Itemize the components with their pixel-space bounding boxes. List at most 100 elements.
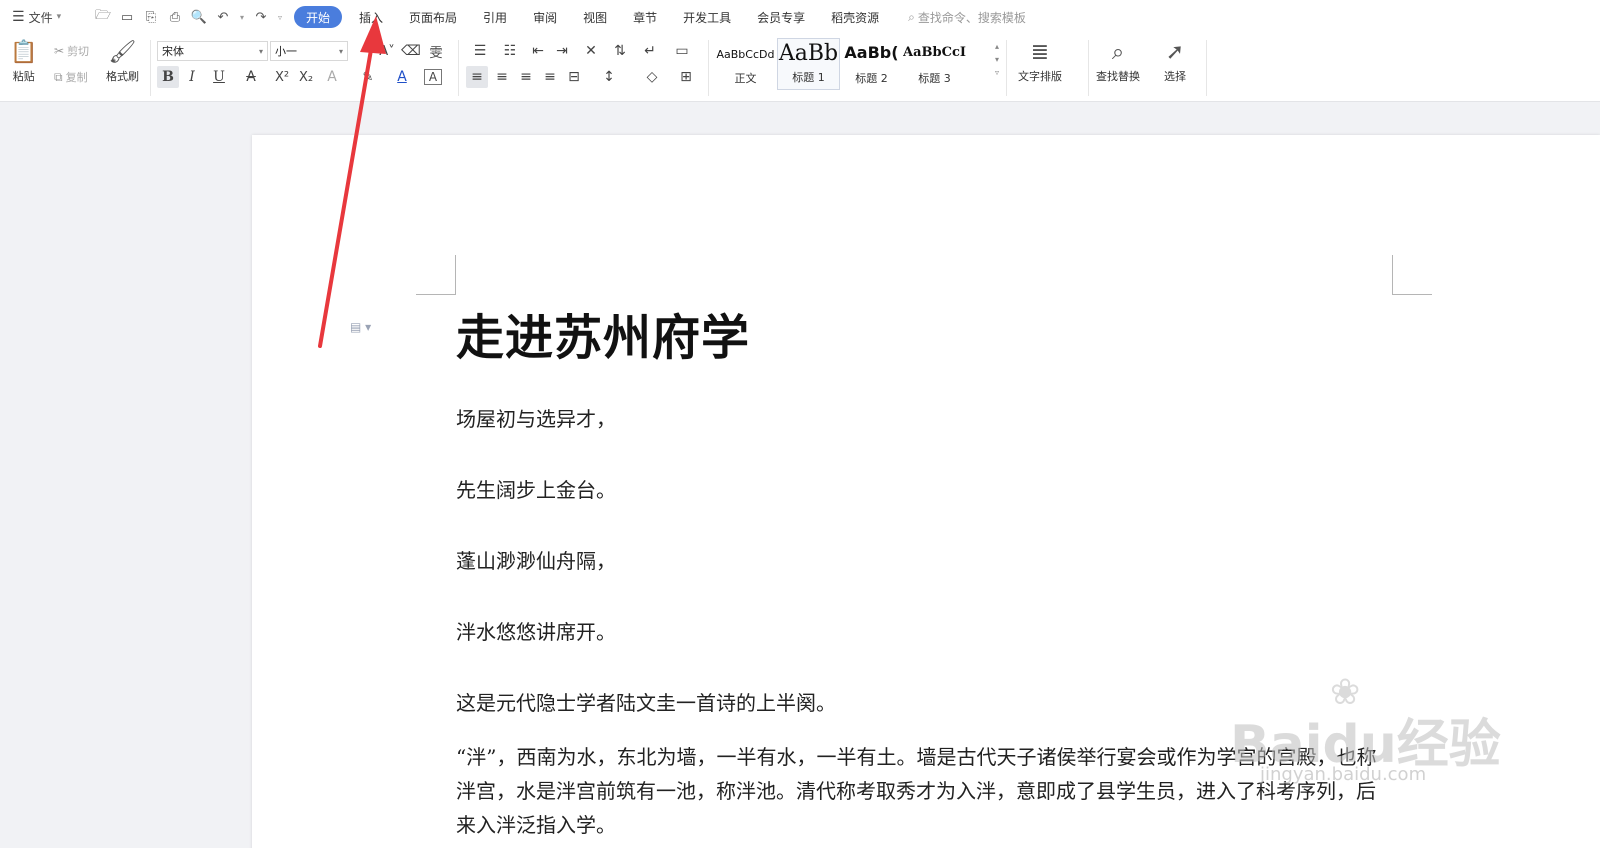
poem-line[interactable]: 泮水悠悠讲席开。 (456, 616, 616, 645)
command-search-placeholder: 查找命令、搜索模板 (917, 10, 1026, 25)
ribbon-divider (1206, 40, 1207, 96)
ruler-icon[interactable]: ▭ (670, 40, 694, 62)
tab-section[interactable]: 章节 (620, 6, 670, 28)
char-border-button[interactable]: A (424, 69, 442, 85)
wps-writer-window: ☰ 文件 ▾ 🗁 ▭ ⎘ ⎙ 🔍 ↶ ▾ ↷ ▿ 开始 插入 页面布局 引用 审… (0, 0, 1600, 848)
styles-scroll[interactable]: ▴ ▾ ▿ (992, 42, 1002, 77)
bold-button[interactable]: B (157, 66, 179, 88)
increase-indent-icon[interactable]: ⇥ (552, 40, 572, 62)
save-icon[interactable]: ▭ (118, 8, 136, 26)
body-line[interactable]: 这是元代隐士学者陆文圭一首诗的上半阕。 (456, 687, 836, 716)
command-search[interactable]: ⌕ 查找命令、搜索模板 (908, 9, 1026, 26)
decrease-indent-icon[interactable]: ⇤ (528, 40, 548, 62)
font-size-select[interactable]: 小一 ▾ (270, 41, 348, 61)
file-menu[interactable]: ☰ 文件 ▾ (0, 9, 86, 26)
align-center-button[interactable]: ≡ (492, 66, 512, 88)
underline-button[interactable]: U (206, 66, 232, 88)
paste-button[interactable]: 📋 粘贴 (10, 38, 37, 84)
find-replace-label: 查找替换 (1096, 70, 1140, 83)
subscript-button[interactable]: X₂ (296, 66, 316, 88)
print-icon[interactable]: ⎙ (166, 8, 184, 26)
format-painter-button[interactable]: 🖌 格式刷 (106, 38, 139, 84)
distributed-align-button[interactable]: ⊟ (564, 66, 584, 88)
search-icon: ⌕ (908, 9, 915, 24)
quick-access-toolbar: 🗁 ▭ ⎘ ⎙ 🔍 ↶ ▾ ↷ ▿ (94, 8, 284, 26)
show-marks-icon[interactable]: ↵ (636, 40, 664, 62)
text-layout-label: 文字排版 (1018, 70, 1062, 83)
print-preview-icon[interactable]: 🔍 (190, 8, 208, 26)
tab-references[interactable]: 引用 (470, 6, 520, 28)
document-heading[interactable]: 走进苏州府学 (456, 298, 750, 368)
copy-button[interactable]: ⧉ 复制 (54, 69, 88, 85)
shading-icon[interactable]: ◇ (638, 66, 666, 88)
align-left-button[interactable]: ≡ (466, 66, 488, 88)
chevron-down-icon: ▾ (338, 46, 343, 56)
poem-line[interactable]: 场屋初与选异才， (456, 403, 616, 432)
ribbon-tabs: 开始 插入 页面布局 引用 审阅 视图 章节 开发工具 会员专享 稻壳资源 (294, 6, 892, 28)
undo-icon[interactable]: ↶ (214, 8, 232, 26)
italic-button[interactable]: I (182, 66, 202, 88)
expand-styles-icon[interactable]: ▿ (995, 68, 999, 77)
undo-dropdown-icon[interactable]: ▾ (238, 8, 246, 26)
select-button[interactable]: ➚ 选择 (1164, 38, 1186, 84)
tab-developer[interactable]: 开发工具 (670, 6, 744, 28)
paragraph-handle-icon[interactable]: ▤ ▾ (350, 320, 371, 334)
margin-corner-mark (416, 255, 456, 295)
style-label: 标题 3 (918, 72, 951, 85)
style-label: 标题 2 (855, 72, 888, 85)
format-painter-label: 格式刷 (106, 70, 139, 83)
phonetic-guide-icon[interactable]: 雯 (424, 40, 448, 62)
ribbon-divider (458, 40, 459, 96)
tab-home[interactable]: 开始 (294, 6, 343, 28)
magnifier-icon: ⌕ (1111, 40, 1125, 65)
open-folder-icon[interactable]: 🗁 (94, 8, 112, 26)
style-preview: AaBbCcI (903, 45, 966, 60)
clipboard-icon: 📋 (10, 40, 38, 65)
export-pdf-icon[interactable]: ⎘ (142, 8, 160, 26)
scissors-icon: ✂ (54, 44, 65, 58)
sort-icon[interactable]: ⇅ (610, 40, 630, 62)
chevron-down-icon[interactable]: ▾ (995, 55, 999, 64)
tab-review[interactable]: 审阅 (520, 6, 570, 28)
cut-label: 剪切 (67, 45, 90, 58)
tab-view[interactable]: 视图 (570, 6, 620, 28)
chinese-layout-icon[interactable]: ✕ (578, 40, 604, 62)
find-replace-button[interactable]: ⌕ 查找替换 (1096, 38, 1140, 84)
align-right-button[interactable]: ≡ (516, 66, 536, 88)
superscript-button[interactable]: X² (272, 66, 292, 88)
justify-button[interactable]: ≡ (540, 66, 560, 88)
strikethrough-button[interactable]: A (238, 66, 264, 88)
shrink-font-icon[interactable]: A˅ (378, 40, 396, 62)
bullet-list-icon[interactable]: ☰ (468, 40, 492, 62)
font-size-value: 小一 (275, 45, 297, 58)
customize-toolbar-icon[interactable]: ▿ (276, 8, 284, 26)
text-effect-button[interactable]: A (320, 66, 344, 88)
style-heading-2[interactable]: AaBb( 标题 2 (840, 38, 903, 90)
font-name-value: 宋体 (162, 45, 184, 58)
font-color-button[interactable]: A (390, 66, 414, 88)
chevron-down-icon: ▾ (56, 12, 62, 22)
line-spacing-icon[interactable]: ↕ (596, 66, 622, 88)
redo-icon[interactable]: ↷ (252, 8, 270, 26)
highlight-icon[interactable]: ✎ (354, 66, 382, 88)
cut-button[interactable]: ✂ 剪切 (54, 43, 89, 59)
tab-page-layout[interactable]: 页面布局 (396, 6, 470, 28)
tab-insert[interactable]: 插入 (346, 6, 396, 28)
chevron-up-icon[interactable]: ▴ (995, 42, 999, 51)
poem-line[interactable]: 蓬山渺渺仙舟隔， (456, 545, 616, 574)
paste-label: 粘贴 (12, 70, 35, 83)
style-normal[interactable]: AaBbCcDd 正文 (714, 38, 777, 90)
tab-member[interactable]: 会员专享 (744, 6, 818, 28)
copy-label: 复制 (65, 71, 88, 84)
numbered-list-icon[interactable]: ☷ (498, 40, 522, 62)
clear-format-icon[interactable]: ⌫ (401, 40, 421, 62)
style-heading-3[interactable]: AaBbCcI 标题 3 (903, 38, 966, 90)
tab-docer-resources[interactable]: 稻壳资源 (818, 6, 892, 28)
font-name-select[interactable]: 宋体 ▾ (157, 41, 268, 61)
borders-icon[interactable]: ⊞ (672, 66, 700, 88)
style-heading-1[interactable]: AaBb 标题 1 (777, 38, 840, 90)
chevron-down-icon: ▾ (258, 46, 263, 56)
poem-line[interactable]: 先生阔步上金台。 (456, 474, 616, 503)
text-layout-button[interactable]: ≣ 文字排版 (1018, 38, 1062, 84)
select-label: 选择 (1164, 70, 1186, 83)
